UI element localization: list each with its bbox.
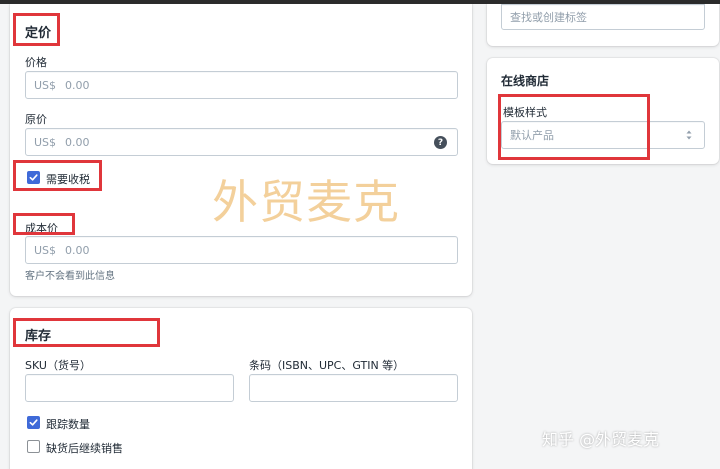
- checkmark-icon: [29, 419, 38, 426]
- continue-selling-label: 缺货后继续销售: [46, 442, 123, 455]
- cost-value: 0.00: [65, 243, 90, 257]
- highlight-cost-label: [13, 213, 75, 235]
- watermark-text: 外贸麦克: [212, 175, 400, 229]
- tags-input[interactable]: 查找或创建标签: [501, 4, 705, 30]
- cost-currency-prefix: US$: [34, 243, 57, 257]
- sku-label: SKU（货号）: [25, 359, 91, 372]
- compare-price-input[interactable]: US$ 0.00 ?: [25, 128, 458, 156]
- highlight-pricing-title: [13, 13, 60, 46]
- highlight-tax-checkbox: [13, 160, 102, 191]
- cost-input[interactable]: US$ 0.00: [25, 236, 458, 264]
- compare-price-label: 原价: [25, 113, 47, 126]
- cost-help-text: 客户不会看到此信息: [25, 271, 115, 282]
- compare-price-value: 0.00: [65, 135, 90, 149]
- barcode-label: 条码（ISBN、UPC、GTIN 等）: [249, 359, 405, 372]
- track-quantity-checkbox[interactable]: [27, 416, 40, 429]
- highlight-template-field: [498, 94, 650, 160]
- price-currency-prefix: US$: [34, 78, 57, 92]
- compare-price-currency-prefix: US$: [34, 135, 57, 149]
- tags-placeholder: 查找或创建标签: [510, 11, 587, 24]
- price-input[interactable]: US$ 0.00: [25, 71, 458, 99]
- question-circle-icon[interactable]: ?: [434, 136, 447, 149]
- price-value: 0.00: [65, 78, 90, 92]
- tags-card: 查找或创建标签: [487, 4, 719, 46]
- online-store-title: 在线商店: [501, 74, 550, 88]
- select-arrows-icon: [686, 130, 692, 140]
- pricing-card: 定价 价格 US$ 0.00 原价 US$ 0.00 ? 需要收税 成本价 US…: [10, 4, 472, 296]
- zhihu-credit: 知乎 @外贸麦克: [542, 430, 660, 449]
- highlight-inventory-title: [13, 318, 160, 347]
- barcode-input[interactable]: [249, 374, 458, 402]
- continue-selling-checkbox[interactable]: [27, 440, 40, 453]
- price-label: 价格: [25, 56, 47, 69]
- track-quantity-label: 跟踪数量: [46, 418, 90, 431]
- sku-input[interactable]: [25, 374, 234, 402]
